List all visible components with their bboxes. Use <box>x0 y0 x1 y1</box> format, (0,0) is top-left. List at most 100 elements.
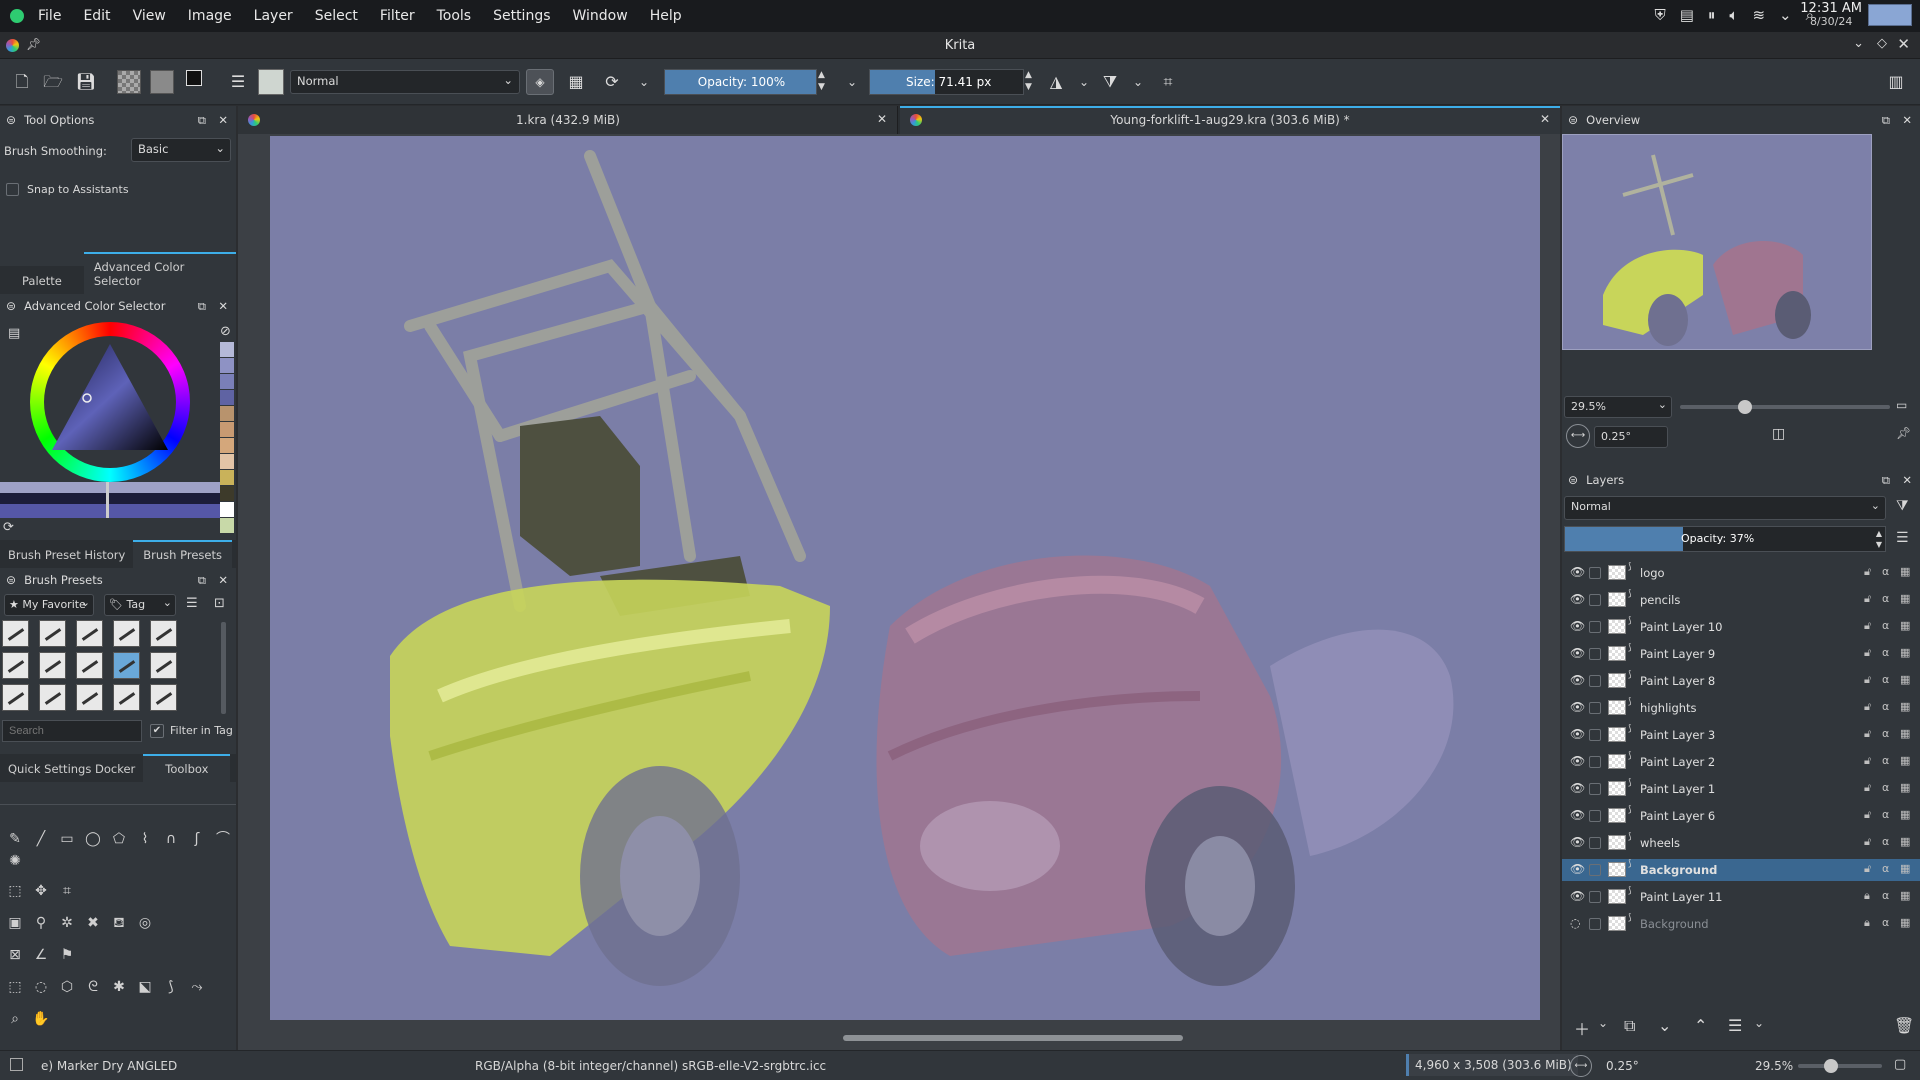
refresh-icon[interactable]: ⟳ <box>3 520 14 535</box>
opacity-stepper[interactable]: ▲ ▼ <box>818 69 825 93</box>
docker-toggle-icon[interactable]: ⊜ <box>6 299 16 313</box>
visibility-eye-icon[interactable]: 👁︎ <box>1570 754 1585 768</box>
layer-name[interactable]: Paint Layer 6 <box>1640 809 1715 823</box>
brush-preset-tile[interactable] <box>113 620 140 647</box>
close-tab-icon[interactable]: ✕ <box>877 112 887 126</box>
tab-palette[interactable]: Palette <box>0 268 84 294</box>
color-picker-icon[interactable]: ⚲ <box>32 914 50 932</box>
menu-window[interactable]: Window <box>573 8 628 24</box>
brush-preset-tile[interactable] <box>113 652 140 679</box>
close-docker-icon[interactable]: ✕ <box>1902 473 1912 487</box>
brush-preset-tile[interactable] <box>150 684 177 711</box>
alpha-lock-icon[interactable]: ▦ <box>1900 700 1910 713</box>
multibrush-icon[interactable]: ✺ <box>6 852 24 870</box>
close-docker-icon[interactable]: ✕ <box>218 299 228 313</box>
tab-brush-presets[interactable]: Brush Presets <box>133 540 232 568</box>
opacity-stepper[interactable]: ▲ ▼ <box>1876 528 1882 550</box>
layer-row[interactable]: 👁︎ ⟆ Paint Layer 10 🔓︎ α ▦ <box>1562 616 1920 638</box>
brush-preset-tile[interactable] <box>2 620 29 647</box>
visibility-eye-icon[interactable]: 👁︎ <box>1570 646 1585 660</box>
alpha-lock-icon[interactable]: ▦ <box>1900 889 1910 902</box>
recent-color-swatch[interactable] <box>220 342 234 357</box>
alpha-lock-icon[interactable]: ▦ <box>1900 862 1910 875</box>
menu-settings[interactable]: Settings <box>493 8 550 24</box>
recent-color-swatch[interactable] <box>220 486 234 501</box>
recent-color-swatch[interactable] <box>220 406 234 421</box>
alpha-lock-icon[interactable]: ▦ <box>1900 673 1910 686</box>
unlock-icon[interactable]: 🔓︎ <box>1864 700 1871 714</box>
brush-preset-tile[interactable] <box>39 620 66 647</box>
unlock-icon[interactable]: 🔓︎ <box>1864 754 1871 768</box>
image-size[interactable]: 4,960 x 3,508 (303.6 MiB) <box>1406 1054 1578 1076</box>
pin-icon[interactable]: 📌︎ <box>26 37 41 51</box>
brush-preset-tile[interactable] <box>76 684 103 711</box>
alpha-lock-icon[interactable]: ▦ <box>1900 916 1910 929</box>
unlock-icon[interactable]: 🔓︎ <box>1864 592 1871 606</box>
chevron-down-icon[interactable]: ⌄ <box>840 70 864 94</box>
brush-preset-tile[interactable] <box>76 620 103 647</box>
reference-images-icon[interactable]: ⚑ <box>58 946 76 964</box>
layer-select-checkbox[interactable] <box>1589 648 1601 660</box>
wrap-around-icon[interactable]: ⌗ <box>1156 70 1180 94</box>
color-triangle[interactable] <box>30 322 190 482</box>
close-docker-icon[interactable]: ✕ <box>1902 113 1912 127</box>
freehand-path-icon[interactable]: ʃ <box>188 830 206 848</box>
menu-edit[interactable]: Edit <box>83 8 110 24</box>
mirror-vertical-icon[interactable]: ⧩ <box>1098 70 1122 94</box>
menu-view[interactable]: View <box>133 8 166 24</box>
recent-color-swatch[interactable] <box>220 390 234 405</box>
color-wheel[interactable] <box>30 322 190 482</box>
clipboard-icon[interactable]: ▤ <box>1680 6 1694 24</box>
gradient-swatch[interactable] <box>117 70 141 94</box>
menu-image[interactable]: Image <box>188 8 232 24</box>
alpha-inherit-icon[interactable]: α <box>1882 889 1889 902</box>
contiguous-select-icon[interactable]: ✱ <box>110 978 128 996</box>
layer-row[interactable]: 👁︎ ⟆ Paint Layer 2 🔓︎ α ▦ <box>1562 751 1920 773</box>
menu-tools[interactable]: Tools <box>437 8 472 24</box>
layer-name[interactable]: Background <box>1640 917 1709 931</box>
chevron-down-icon[interactable]: ⌄ <box>632 70 656 94</box>
tag-button[interactable]: 🏷︎ Tag ⌄ <box>104 594 176 616</box>
alpha-lock-icon[interactable]: ▦ <box>1900 835 1910 848</box>
layer-row[interactable]: ◌ ⟆ Background 🔒︎ α ▦ <box>1562 913 1920 935</box>
preset-scrollbar[interactable] <box>221 622 226 714</box>
transform-tool-icon[interactable]: ⬚ <box>6 882 24 900</box>
alpha-lock-icon[interactable]: ▦ <box>1900 781 1910 794</box>
similar-select-icon[interactable]: ⬕ <box>136 978 154 996</box>
colorize-mask-icon[interactable]: ✖ <box>84 914 102 932</box>
alpha-lock-icon[interactable]: ▦ <box>1900 592 1910 605</box>
alpha-lock-icon[interactable]: ▦ <box>1900 565 1910 578</box>
view-mode-icon[interactable]: ☰ <box>186 596 198 611</box>
visibility-eye-icon[interactable]: 👁︎ <box>1570 673 1585 687</box>
overview-zoom-slider[interactable] <box>1680 400 1890 414</box>
filter-icon[interactable]: ⧩ <box>1896 498 1909 514</box>
brush-preset-thumb[interactable] <box>258 69 284 95</box>
workspace-chooser-icon[interactable]: ▥ <box>1884 70 1908 94</box>
layer-select-checkbox[interactable] <box>1589 756 1601 768</box>
pause-icon[interactable]: ⏸ <box>1708 6 1716 24</box>
layer-name[interactable]: Paint Layer 3 <box>1640 728 1715 742</box>
visibility-eye-icon[interactable]: 👁︎ <box>1570 889 1585 903</box>
pattern-swatch[interactable] <box>150 70 174 94</box>
layer-name[interactable]: Paint Layer 8 <box>1640 674 1715 688</box>
unlock-icon[interactable]: 🔓︎ <box>1864 727 1871 741</box>
layer-row[interactable]: 👁︎ ⟆ Background 🔓︎ α ▦ <box>1562 859 1920 881</box>
magnetic-select-icon[interactable]: ⤳ <box>188 978 206 996</box>
shield-icon[interactable]: ⛨ <box>1654 6 1665 24</box>
layer-select-checkbox[interactable] <box>1589 918 1601 930</box>
tab-advanced-color-selector[interactable]: Advanced Color Selector <box>83 252 236 294</box>
float-docker-icon[interactable]: ⧉ <box>1882 473 1890 488</box>
float-docker-icon[interactable]: ⧉ <box>198 113 206 128</box>
dynamic-brush-icon[interactable]: ⌒ <box>214 830 232 848</box>
unlock-icon[interactable]: 🔓︎ <box>1864 646 1871 660</box>
layer-name[interactable]: Paint Layer 9 <box>1640 647 1715 661</box>
zoom-fit-icon[interactable]: ▭ <box>1896 398 1907 412</box>
layer-row[interactable]: 👁︎ ⟆ Paint Layer 6 🔓︎ α ▦ <box>1562 805 1920 827</box>
gradient-tool-icon[interactable]: ▣ <box>6 914 24 932</box>
visibility-eye-icon[interactable]: 👁︎ <box>1570 700 1585 714</box>
fill-tool-icon[interactable]: ⛾ <box>110 914 128 932</box>
recent-color-swatch[interactable] <box>220 438 234 453</box>
unlock-icon[interactable]: 🔓︎ <box>1864 835 1871 849</box>
recent-color-swatch[interactable] <box>220 454 234 469</box>
duplicate-layer-icon[interactable]: ⧉ <box>1624 1016 1635 1036</box>
